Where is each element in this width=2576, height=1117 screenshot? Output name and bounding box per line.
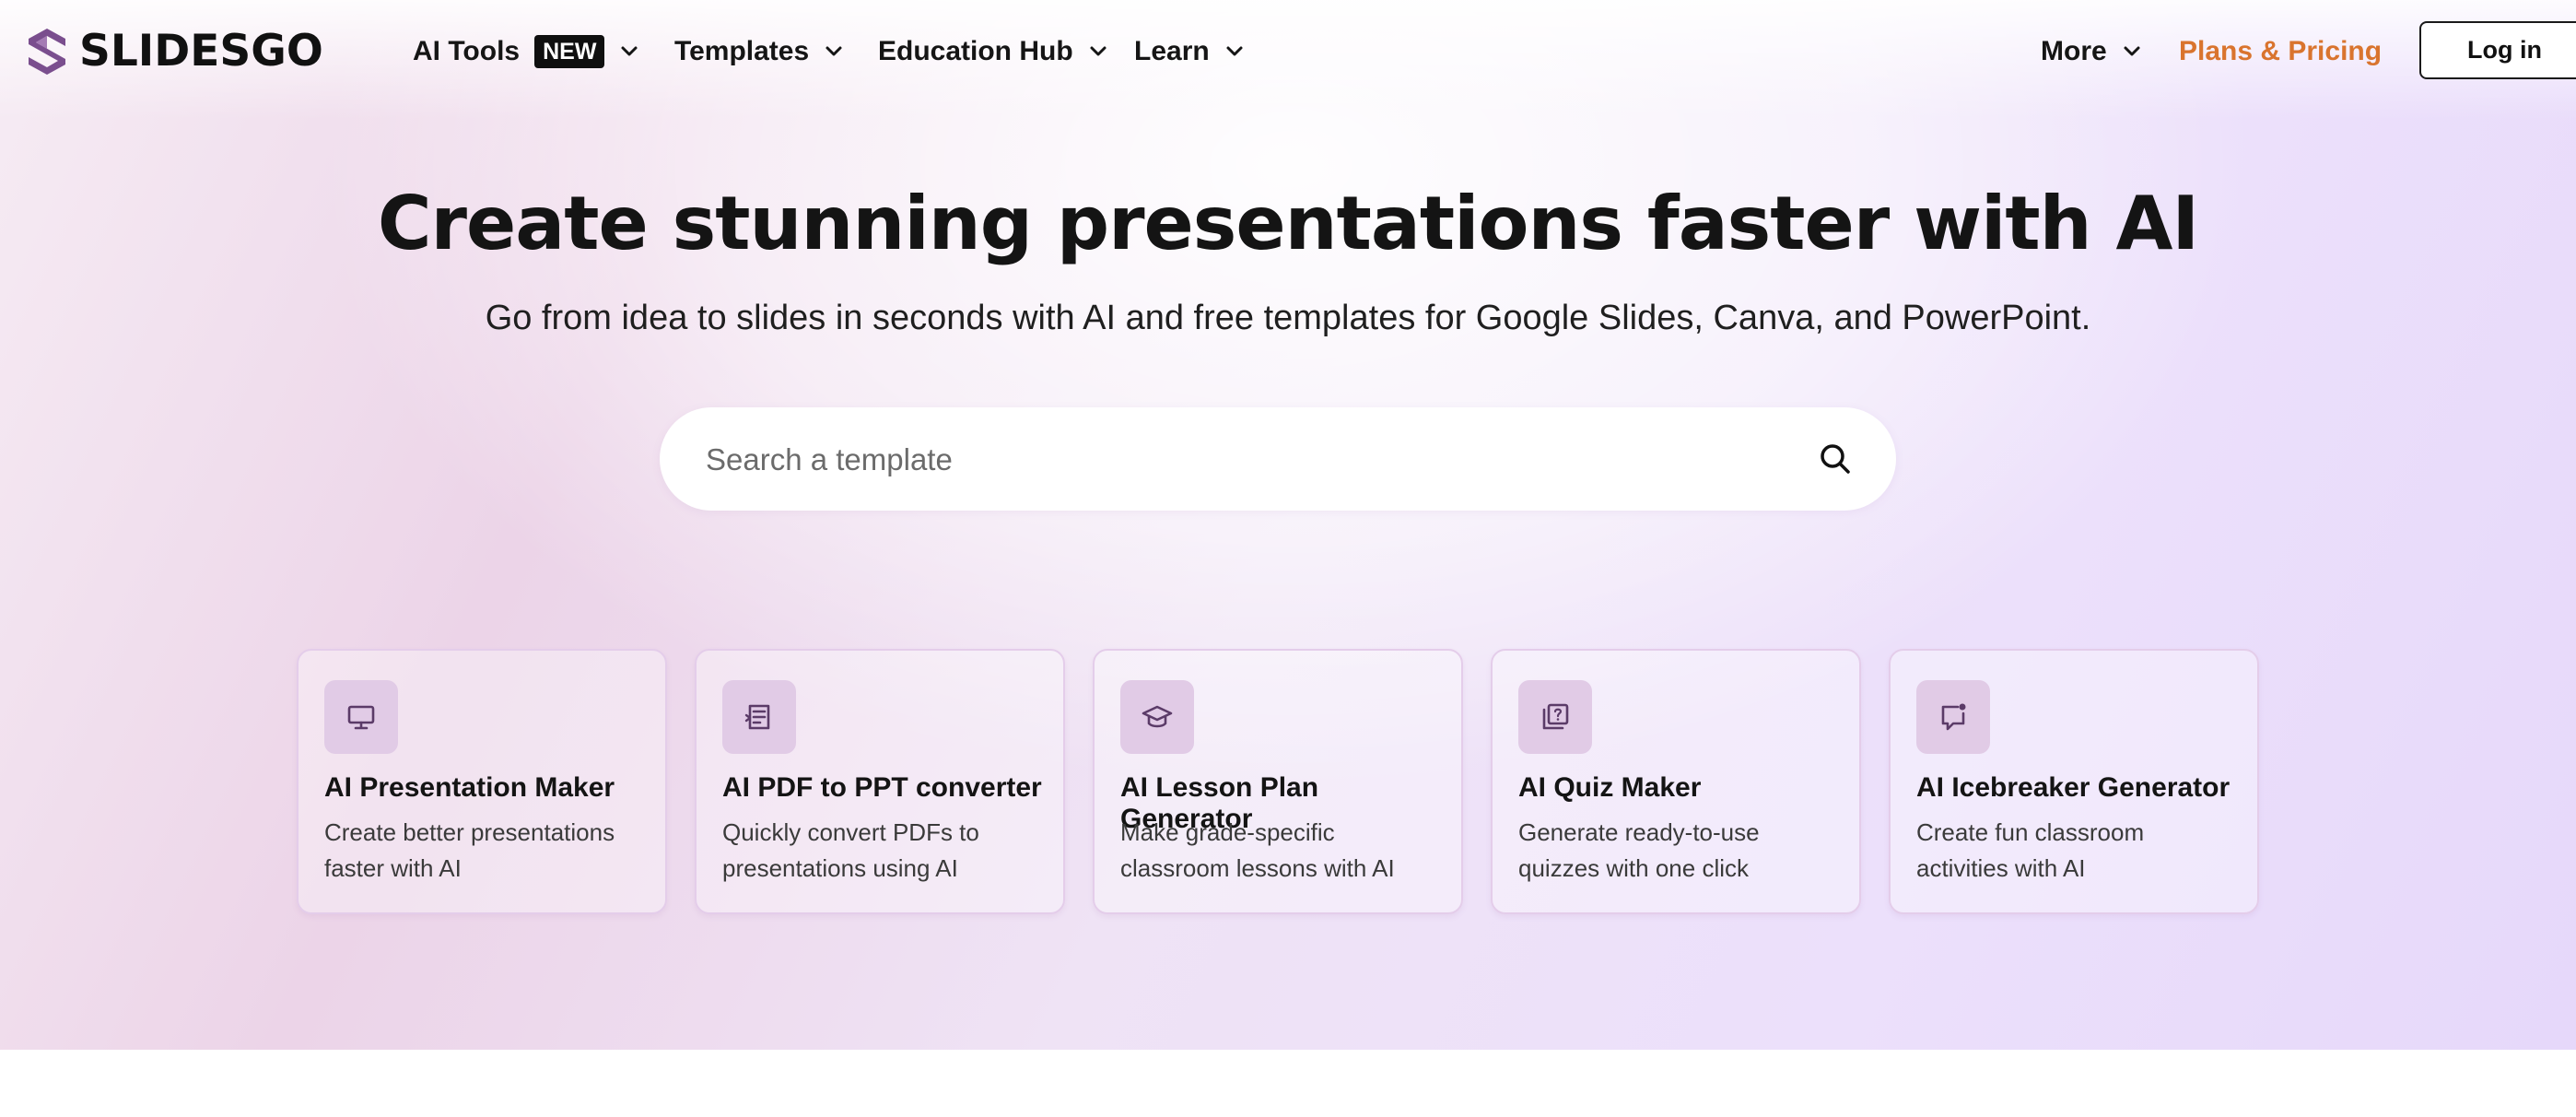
card-icon-container: [324, 680, 398, 754]
pdf-convert-icon: [744, 704, 770, 730]
graduation-cap-icon: [1142, 705, 1173, 728]
monitor-icon: [347, 705, 375, 730]
card-ai-quiz-maker[interactable]: AI Quiz Maker Generate ready-to-use quiz…: [1491, 649, 1861, 914]
card-title: AI PDF to PPT converter: [722, 772, 1042, 803]
search-bar: [660, 407, 1896, 512]
card-icon-container: [722, 680, 796, 754]
chevron-down-icon: [1090, 46, 1107, 56]
search-icon[interactable]: [1817, 441, 1854, 477]
top-navigation: SLIDESGO AI Tools NEW Templates Educatio…: [0, 0, 2576, 103]
chevron-down-icon: [1226, 46, 1243, 56]
card-ai-presentation-maker[interactable]: AI Presentation Maker Create better pres…: [297, 649, 667, 914]
card-ai-lesson-plan-generator[interactable]: AI Lesson Plan Generator Make grade-spec…: [1093, 649, 1463, 914]
nav-templates-label: Templates: [674, 36, 810, 66]
card-description: Quickly convert PDFs to presentations us…: [722, 818, 979, 882]
plans-pricing-label: Plans & Pricing: [2179, 36, 2383, 66]
nav-templates[interactable]: Templates: [674, 28, 844, 76]
nav-education-hub[interactable]: Education Hub: [878, 28, 1108, 76]
nav-learn-label: Learn: [1134, 36, 1210, 66]
brand-logo[interactable]: SLIDESGO: [24, 26, 323, 77]
search-input[interactable]: [704, 407, 1767, 512]
card-description: Make grade-specific classroom lessons wi…: [1120, 818, 1395, 882]
ai-tools-cards: AI Presentation Maker Create better pres…: [297, 649, 2259, 914]
nav-learn[interactable]: Learn: [1134, 28, 1245, 76]
chevron-down-icon: [825, 46, 842, 56]
page-headline: Create stunning presentations faster wit…: [377, 181, 2199, 266]
chevron-down-icon: [621, 46, 638, 56]
card-description: Generate ready-to-use quizzes with one c…: [1518, 818, 1760, 882]
slidesgo-logo-icon: [29, 29, 65, 75]
card-title: AI Presentation Maker: [324, 772, 615, 803]
quiz-icon: [1542, 703, 1569, 730]
new-badge: NEW: [534, 35, 605, 68]
nav-ai-tools-label: AI Tools: [413, 36, 521, 66]
card-icon-container: [1916, 680, 1990, 754]
plans-pricing-link[interactable]: Plans & Pricing: [2179, 28, 2382, 76]
card-ai-icebreaker-generator[interactable]: AI Icebreaker Generator Create fun class…: [1889, 649, 2259, 914]
chat-bubble-icon: [1941, 703, 1966, 731]
chevron-down-icon: [2124, 46, 2140, 56]
login-button[interactable]: Log in: [2419, 21, 2576, 79]
card-description: Create better presentations faster with …: [324, 818, 615, 882]
nav-more-label: More: [2041, 36, 2107, 66]
nav-ai-tools[interactable]: AI Tools NEW: [413, 28, 639, 76]
card-description: Create fun classroom activities with AI: [1916, 818, 2145, 882]
card-title: AI Icebreaker Generator: [1916, 772, 2231, 803]
page-subheadline: Go from idea to slides in seconds with A…: [485, 299, 2091, 337]
brand-name: SLIDESGO: [79, 26, 323, 76]
nav-more[interactable]: More: [2041, 28, 2142, 76]
card-ai-pdf-to-ppt[interactable]: AI PDF to PPT converter Quickly convert …: [695, 649, 1065, 914]
nav-education-hub-label: Education Hub: [878, 36, 1073, 66]
card-icon-container: [1518, 680, 1592, 754]
card-title: AI Quiz Maker: [1518, 772, 1702, 803]
card-icon-container: [1120, 680, 1194, 754]
